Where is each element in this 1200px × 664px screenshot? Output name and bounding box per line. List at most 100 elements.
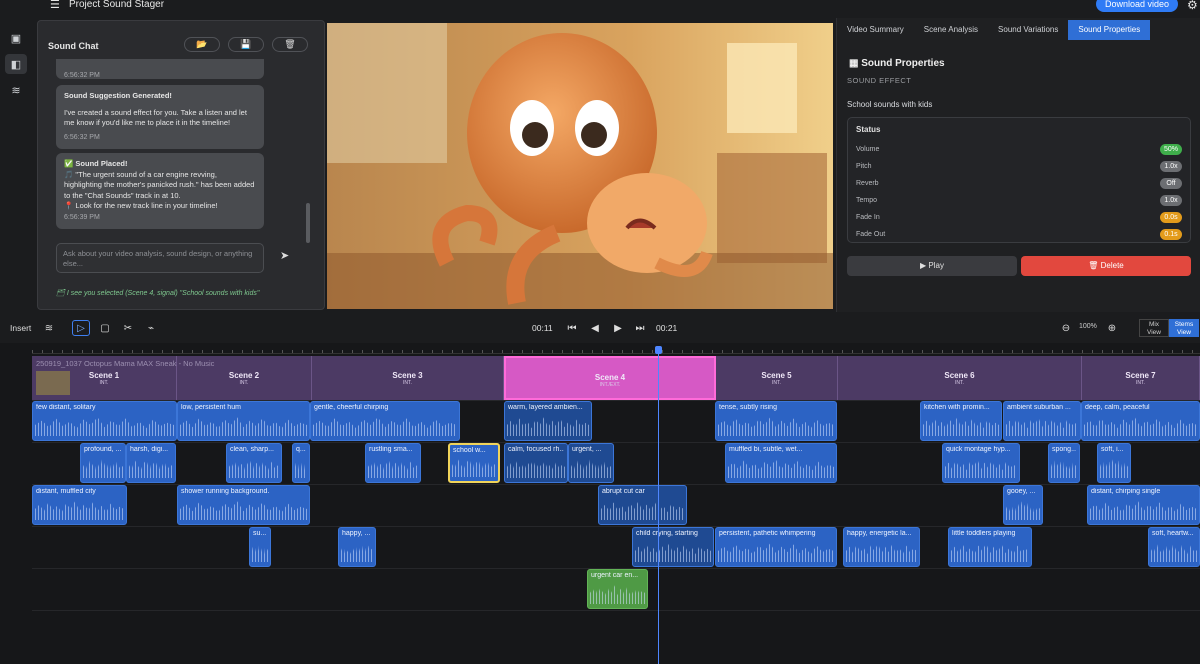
status-value-badge[interactable]: 0.0s: [1160, 212, 1182, 223]
delete-chat-button[interactable]: 🗑: [272, 37, 308, 52]
tab-sound-properties[interactable]: Sound Properties: [1068, 20, 1151, 40]
app-title: Project Sound Stager: [69, 0, 165, 10]
audio-clip[interactable]: distant, muffled city: [32, 485, 127, 525]
chat-scrollbar[interactable]: [306, 203, 310, 243]
send-icon[interactable]: ➤: [280, 249, 289, 262]
audio-clip-selected[interactable]: school w...: [448, 443, 500, 483]
audio-clip[interactable]: shower running background.: [177, 485, 310, 525]
audio-clip[interactable]: spong...: [1048, 443, 1080, 483]
clip-waveform: [368, 459, 418, 478]
skip-back-icon[interactable]: ⏮: [563, 320, 581, 336]
message-body: 🎵 "The urgent sound of a car engine revv…: [64, 169, 255, 200]
audio-clip[interactable]: q...: [292, 443, 310, 483]
audio-clip[interactable]: happy, energetic la...: [843, 527, 920, 567]
mix-view-button[interactable]: Mix View: [1139, 319, 1169, 337]
status-value-badge[interactable]: 1.0x: [1160, 195, 1182, 206]
tab-video-summary[interactable]: Video Summary: [837, 20, 914, 40]
open-folder-button[interactable]: 📂: [184, 37, 220, 52]
scene-block[interactable]: Scene 6 INT.: [838, 356, 1082, 400]
scissors-icon[interactable]: ✂: [119, 320, 137, 336]
play-button[interactable]: ▶ Play: [847, 256, 1017, 276]
zoom-out-icon[interactable]: ⊖: [1057, 320, 1075, 336]
audio-clip[interactable]: little toddlers playing: [948, 527, 1032, 567]
select-cursor-icon[interactable]: ▷: [72, 320, 90, 336]
status-box: Status Volume 50% Pitch 1.0x Reverb Off Tempo 1…: [847, 117, 1191, 243]
audio-clip[interactable]: gentle, cheerful chirping: [310, 401, 460, 441]
sound-chat-icon[interactable]: ◧: [5, 54, 27, 74]
audio-clip[interactable]: profound, ...: [80, 443, 126, 483]
time-ruler[interactable]: [32, 344, 1200, 354]
clip-waveform: [341, 543, 373, 562]
play-pause-icon[interactable]: ▶: [609, 320, 627, 336]
playhead[interactable]: [658, 346, 659, 664]
video-analysis-icon[interactable]: ▣: [5, 28, 27, 48]
audio-clip[interactable]: gooey, ...: [1003, 485, 1043, 525]
video-preview[interactable]: [327, 23, 833, 309]
split-wave-icon[interactable]: ⌁: [142, 320, 160, 336]
audio-clip[interactable]: tense, subtly rising: [715, 401, 837, 441]
audio-clip[interactable]: abrupt cut car: [598, 485, 687, 525]
scene-block[interactable]: Scene 5 INT.: [716, 356, 838, 400]
timeline-toolbar: Insert ≋ ▷ ▢ ✂ ⌁ 00:11 ⏮ ◀ ▶ ⏭ 00:21 ⊖ 1…: [0, 316, 1200, 340]
audio-clip[interactable]: calm, focused rh...: [504, 443, 568, 483]
audio-clip[interactable]: muffled bi, subtle, wet...: [725, 443, 837, 483]
audio-clip[interactable]: happy, ...: [338, 527, 376, 567]
playhead-handle[interactable]: [655, 346, 662, 354]
status-value-badge[interactable]: 0.1s: [1160, 229, 1182, 240]
audio-clip[interactable]: rustling sma...: [365, 443, 421, 483]
audio-clip[interactable]: ambient suburban ...: [1003, 401, 1081, 441]
audio-clip-chat-sound[interactable]: urgent car en...: [587, 569, 648, 609]
audio-clip[interactable]: soft, i...: [1097, 443, 1131, 483]
settings-gear-icon[interactable]: ⚙: [1187, 0, 1198, 12]
clip-waveform: [129, 459, 173, 478]
clip-label: shower running background.: [181, 488, 270, 495]
status-value-badge[interactable]: 1.0x: [1160, 161, 1182, 172]
delete-button[interactable]: 🗑 Delete: [1021, 256, 1191, 276]
audio-clip[interactable]: low, persistent hum: [177, 401, 310, 441]
clip-label: gentle, cheerful chirping: [314, 404, 389, 411]
audio-clip[interactable]: persistent, pathetic whimpering: [715, 527, 837, 567]
properties-panel: Video Summary Scene Analysis Sound Varia…: [836, 18, 1200, 312]
save-button[interactable]: 💾: [228, 37, 264, 52]
tab-sound-variations[interactable]: Sound Variations: [988, 20, 1068, 40]
chat-message-list[interactable]: 6:56:32 PM Sound Suggestion Generated! I…: [48, 59, 310, 249]
status-value-badge[interactable]: 50%: [1159, 144, 1182, 155]
trim-icon[interactable]: ▢: [96, 320, 114, 336]
properties-title: ▦ Sound Properties: [849, 58, 945, 69]
scene-block-selected[interactable]: Scene 4 INT./EXT.: [504, 356, 716, 400]
audio-clip[interactable]: quick montage hyp...: [942, 443, 1020, 483]
audio-clip[interactable]: soft, heartw...: [1148, 527, 1200, 567]
clip-waveform: [1051, 459, 1077, 478]
chat-input[interactable]: Ask about your video analysis, sound des…: [56, 243, 264, 273]
scene-block[interactable]: Scene 3 INT.: [312, 356, 504, 400]
clip-waveform: [923, 417, 999, 436]
stems-view-button[interactable]: Stems View: [1169, 319, 1199, 337]
audio-clip[interactable]: child crying, starting: [632, 527, 714, 567]
audio-wave-icon[interactable]: ≋: [5, 80, 27, 100]
download-video-button[interactable]: Download video: [1096, 0, 1178, 12]
audio-clip[interactable]: su...: [249, 527, 271, 567]
sound-type-label: SOUND EFFECT: [847, 76, 912, 85]
audio-clip[interactable]: clean, sharp...: [226, 443, 282, 483]
audio-clip[interactable]: deep, calm, peaceful: [1081, 401, 1200, 441]
timeline[interactable]: Scene 1 INT. Scene 2 INT. Scene 3 INT. S…: [0, 343, 1200, 664]
audio-clip[interactable]: distant, chirping single: [1087, 485, 1200, 525]
zoom-in-icon[interactable]: ⊕: [1103, 320, 1121, 336]
hamburger-menu-icon[interactable]: ☰: [50, 0, 60, 11]
clip-label: little toddlers playing: [952, 530, 1016, 537]
waveform-insert-icon[interactable]: ≋: [40, 320, 58, 336]
track-divider: [32, 442, 1200, 443]
clip-label: quick montage hyp...: [946, 446, 1011, 453]
step-forward-icon[interactable]: ⏭: [631, 320, 649, 336]
chat-message-partial: 6:56:32 PM: [56, 59, 264, 79]
audio-clip[interactable]: harsh, digi...: [126, 443, 176, 483]
audio-clip[interactable]: urgent, ...: [568, 443, 614, 483]
status-row: Volume 50%: [856, 144, 1182, 155]
audio-clip[interactable]: kitchen with promin...: [920, 401, 1002, 441]
scene-block[interactable]: Scene 7 INT.: [1082, 356, 1200, 400]
tab-scene-analysis[interactable]: Scene Analysis: [914, 20, 988, 40]
status-value-badge[interactable]: Off: [1160, 178, 1182, 189]
audio-clip[interactable]: few distant, solitary: [32, 401, 177, 441]
step-back-icon[interactable]: ◀: [586, 320, 604, 336]
audio-clip[interactable]: warm, layered ambien...: [504, 401, 592, 441]
